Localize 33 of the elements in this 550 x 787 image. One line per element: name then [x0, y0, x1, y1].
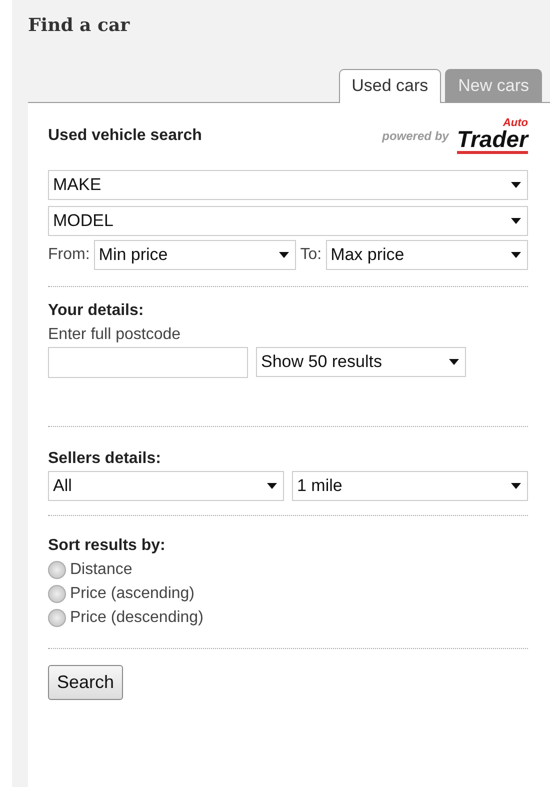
postcode-field[interactable]: [48, 346, 248, 378]
caret-icon: [511, 482, 521, 489]
postcode-label: Enter full postcode: [48, 324, 182, 345]
section-heading: Your details:: [48, 300, 145, 321]
caret-icon: [279, 252, 290, 258]
option-label: Price (descending): [70, 608, 204, 628]
caret-icon: [511, 252, 521, 258]
dropdown[interactable]: MODEL: [48, 206, 528, 236]
section-heading: Sellers details:: [48, 448, 162, 469]
dropdown[interactable]: All: [48, 470, 284, 501]
radio-button[interactable]: [48, 560, 66, 579]
search-button[interactable]: Search: [48, 664, 124, 700]
powered-by-text: powered by: [382, 128, 449, 146]
caret-icon: [449, 359, 459, 366]
dropdown[interactable]: MAKE: [48, 170, 528, 200]
tab[interactable]: Used cars: [338, 68, 442, 103]
option-label: Distance: [70, 560, 132, 580]
dropdown[interactable]: 1 mile: [292, 470, 528, 501]
section-title: Find a car: [28, 14, 131, 38]
caret-icon: [511, 182, 521, 188]
from-label: From:: [48, 244, 90, 265]
dropdown[interactable]: Show 50 results: [256, 347, 466, 378]
caret-icon: [267, 482, 277, 489]
section-heading: Sort results by:: [48, 536, 166, 556]
radio-button[interactable]: [48, 584, 66, 603]
to-label: To:: [300, 244, 322, 265]
option-label: Price (ascending): [70, 584, 194, 604]
dropdown[interactable]: Min price: [94, 240, 296, 270]
dropdown[interactable]: Max price: [326, 240, 528, 270]
radio-button[interactable]: [48, 608, 66, 627]
section-heading: Used vehicle search: [48, 126, 202, 146]
caret-icon: [511, 218, 521, 224]
logo: Auto Trader: [456, 119, 528, 154]
